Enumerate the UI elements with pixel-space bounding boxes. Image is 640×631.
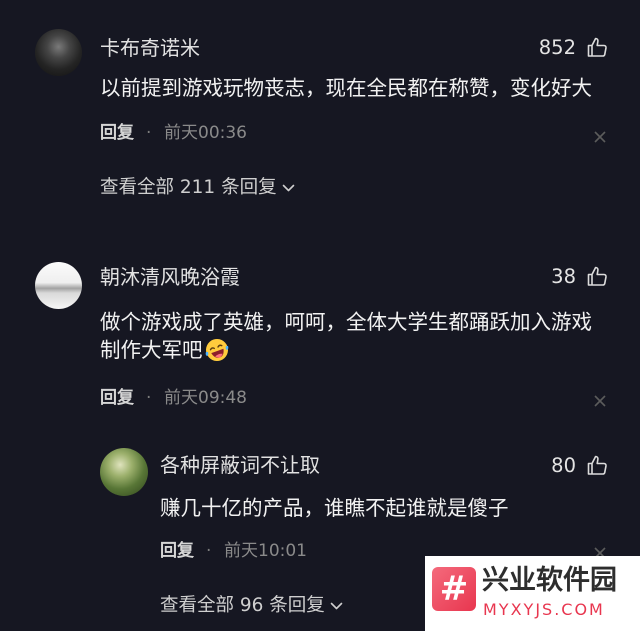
user-avatar[interactable] [35,262,82,309]
site-watermark: # 兴业软件园 MYXYJS.COM [425,556,640,631]
comment-username[interactable]: 卡布奇诺米 [100,34,200,62]
reply-button[interactable]: 回复 [100,384,134,412]
chevron-down-icon [330,602,343,609]
watermark-title: 兴业软件园 [482,565,617,596]
view-all-replies-label: 查看全部 96 条回复 [160,595,325,616]
like-count: 852 [538,36,576,59]
close-icon[interactable] [593,394,607,408]
reply-button[interactable]: 回复 [100,119,134,147]
like-count: 80 [551,454,576,477]
separator-dot: · [146,123,152,143]
reply-username[interactable]: 各种屏蔽词不让取 [160,451,320,479]
view-all-replies-label: 查看全部 211 条回复 [100,177,277,198]
comment-thread: 卡布奇诺米 852 以前提到游戏玩物丧志，现在全民都在称赞，变化好大 回复 · … [0,0,640,631]
reply-body: 赚几十亿的产品，谁瞧不起谁就是傻子 [160,496,509,520]
close-icon[interactable] [593,130,607,144]
view-all-replies-button[interactable]: 查看全部 96 条回复 [160,592,343,620]
comment-body-line: 做个游戏成了英雄，呵呵，全体大学生都踊跃加入游戏 [100,310,592,334]
user-avatar[interactable] [35,29,82,76]
comment-username[interactable]: 朝沐清风晚浴霞 [100,263,240,291]
user-avatar[interactable] [100,448,148,496]
comment-time: 前天00:36 [164,123,247,143]
thumbs-up-icon[interactable] [585,453,609,477]
reply-time: 前天10:01 [224,541,307,561]
comment-body-text: 制作大军吧 [100,338,203,362]
thumbs-up-icon[interactable] [585,35,609,59]
separator-dot: · [206,541,212,561]
comment-body: 以前提到游戏玩物丧志，现在全民都在称赞，变化好大 [100,76,592,100]
chevron-down-icon [282,184,294,191]
thumbs-up-icon[interactable] [585,264,609,288]
watermark-logo: # [432,567,476,611]
watermark-url: MYXYJS.COM [483,600,605,619]
laughing-emoji-icon [205,339,228,361]
separator-dot: · [146,388,152,408]
reply-button[interactable]: 回复 [160,537,194,565]
comment-body-line: 制作大军吧 [100,336,229,364]
like-count: 38 [551,265,576,288]
comment-time: 前天09:48 [164,388,247,408]
view-all-replies-button[interactable]: 查看全部 211 条回复 [100,174,295,202]
